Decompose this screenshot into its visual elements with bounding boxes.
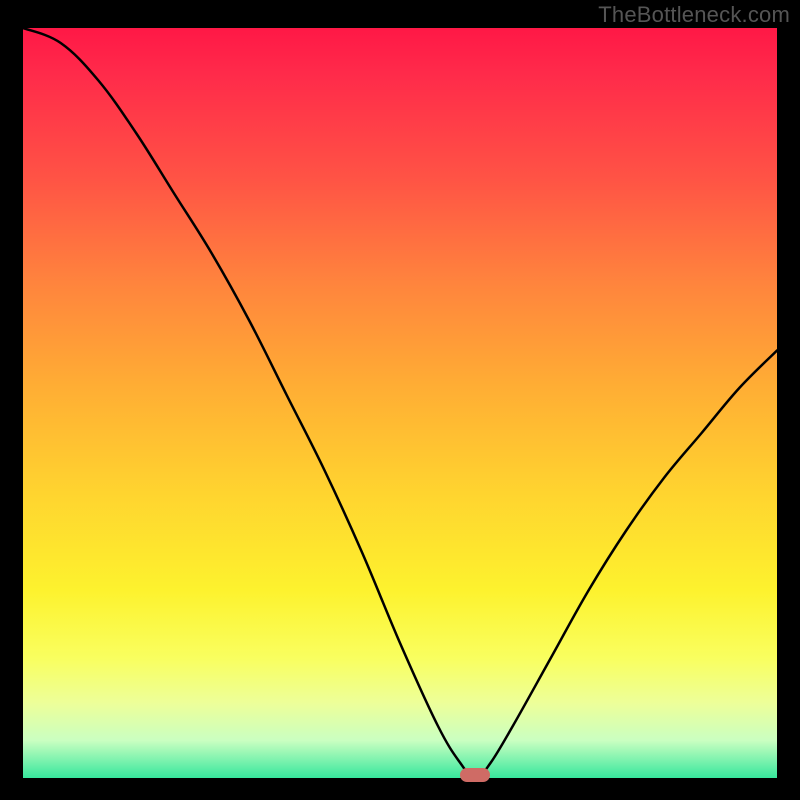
watermark-text: TheBottleneck.com — [598, 2, 790, 28]
optimal-point-marker — [460, 768, 490, 782]
bottleneck-curve — [23, 28, 777, 778]
chart-frame: TheBottleneck.com — [0, 0, 800, 800]
plot-area — [23, 28, 777, 778]
